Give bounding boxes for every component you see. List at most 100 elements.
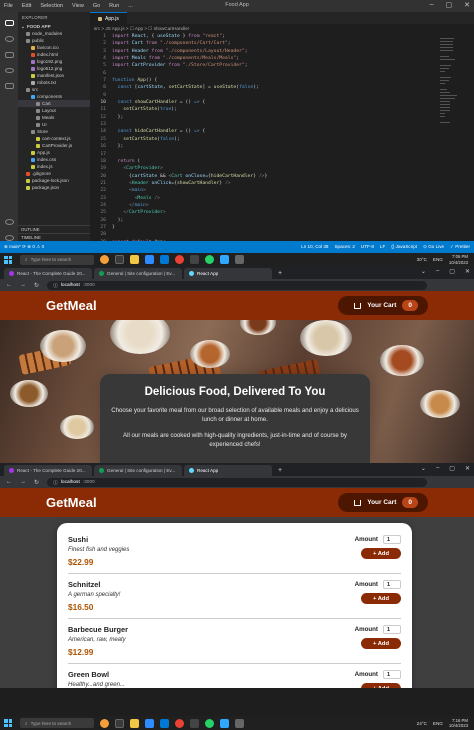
vscode-window-controls[interactable]: – ▢ ✕ — [430, 1, 470, 9]
code-line[interactable]: 17 — [90, 151, 474, 158]
browser-tab-active[interactable]: React App — [184, 465, 272, 476]
tree-item[interactable]: favicon.ico — [18, 44, 90, 51]
minimap[interactable] — [440, 36, 464, 123]
add-button[interactable]: + Add — [361, 548, 401, 559]
menu-item[interactable]: Go — [93, 3, 100, 9]
weather-widget[interactable]: 30°C — [417, 257, 427, 262]
tree-item[interactable]: public — [18, 37, 90, 44]
menu-item[interactable]: Selection — [40, 3, 63, 9]
address-bar[interactable]: ⓘ localhost:3000 — [47, 477, 428, 487]
status-item[interactable]: Spaces: 2 — [334, 244, 354, 250]
windows-start-icon[interactable] — [4, 255, 12, 264]
add-button[interactable]: + Add — [361, 683, 401, 688]
back-icon[interactable]: ← — [6, 282, 12, 288]
code-line[interactable]: 12 }; — [90, 114, 474, 121]
whatsapp-icon[interactable] — [205, 255, 214, 264]
photoshop-icon[interactable] — [220, 255, 229, 264]
menu-item[interactable]: Run — [109, 3, 119, 9]
run-debug-icon[interactable] — [4, 67, 14, 74]
extensions-icon[interactable] — [4, 83, 14, 90]
tree-item[interactable]: Layout — [18, 107, 90, 114]
code-line[interactable]: 14 const hideCartHandler = () => { — [90, 128, 474, 135]
tree-item[interactable]: Meals — [18, 114, 90, 121]
code-line[interactable]: 28 — [90, 231, 474, 238]
tree-item[interactable]: cart-context.js — [18, 135, 90, 142]
browser-tab[interactable]: React - The Complete Guide 20... — [4, 465, 92, 476]
new-tab-button[interactable]: + — [278, 268, 282, 279]
status-item[interactable]: Ln 10, Col 38 — [301, 244, 328, 250]
status-item[interactable]: ⊙ Go Live — [423, 244, 444, 250]
clock[interactable]: 7:16 PM 10/4/2023 — [449, 718, 468, 729]
browser-window-controls[interactable]: ⌄ – ▢ ✕ — [421, 465, 470, 472]
tree-item[interactable]: App.js — [18, 149, 90, 156]
browser-tab[interactable]: General | Site configuration | Ev... — [94, 268, 182, 279]
project-root[interactable]: ⌄ FOOD APP — [18, 23, 90, 30]
language-indicator[interactable]: ENG — [433, 257, 443, 262]
file-explorer-icon[interactable] — [130, 718, 139, 728]
code-line[interactable]: 26 ); — [90, 217, 474, 224]
status-item[interactable]: ✓ Prettier — [450, 244, 470, 250]
code-line[interactable]: 23 <Meals /> — [90, 195, 474, 202]
taskbar-app-icon[interactable] — [190, 718, 199, 728]
browser-icon[interactable] — [145, 718, 154, 728]
tree-item[interactable]: package-lock.json — [18, 177, 90, 184]
taskbar-search[interactable]: ⌕ Type here to search — [20, 718, 94, 728]
tree-item[interactable]: node_modules — [18, 30, 90, 37]
taskbar-search[interactable]: ⌕ Type here to search — [20, 254, 94, 265]
tree-item[interactable]: robots.txt — [18, 79, 90, 86]
tree-item[interactable]: manifest.json — [18, 72, 90, 79]
browser-window-controls[interactable]: ⌄ – ▢ ✕ — [421, 268, 470, 275]
code-editor[interactable]: 1 import React, { useState } from "react"… — [90, 33, 474, 253]
tree-item[interactable]: src — [18, 86, 90, 93]
code-line[interactable]: 20 {cartState && <Cart onClose={hideCart… — [90, 173, 474, 180]
tree-item[interactable]: components — [18, 93, 90, 100]
tab-app-js[interactable]: App.js — [90, 12, 127, 24]
source-control-icon[interactable] — [4, 51, 14, 58]
photoshop-icon[interactable] — [220, 718, 229, 728]
task-view-icon[interactable] — [115, 255, 124, 264]
code-line[interactable]: 19 <CartProvider> — [90, 165, 474, 172]
status-item[interactable]: UTF-8 — [361, 244, 374, 250]
code-line[interactable]: 15 setCartState(false); — [90, 136, 474, 143]
code-line[interactable]: 16 }; — [90, 143, 474, 150]
amount-input[interactable]: 1 — [383, 535, 401, 544]
status-item[interactable]: {} JavaScript — [391, 244, 417, 250]
tree-item[interactable]: .gitignore — [18, 170, 90, 177]
browser-tab[interactable]: React - The Complete Guide 20... — [4, 268, 92, 279]
new-tab-button[interactable]: + — [278, 465, 282, 476]
tree-item[interactable]: Cart — [18, 100, 90, 107]
windows-start-icon[interactable] — [4, 719, 12, 727]
code-line[interactable]: 18 return ( — [90, 158, 474, 165]
tree-item[interactable]: logo192.png — [18, 58, 90, 65]
address-bar[interactable]: ⓘ localhost:3000 — [47, 280, 428, 290]
code-line[interactable]: 21 <Header onClick={showCartHandler} /> — [90, 180, 474, 187]
tree-item[interactable]: package.json — [18, 184, 90, 191]
search-icon[interactable] — [4, 35, 14, 42]
code-line[interactable]: 1 import React, { useState } from "react"… — [90, 33, 474, 40]
tree-item[interactable]: index.html — [18, 51, 90, 58]
code-line[interactable]: 8 const [cartState, setCartState] = useS… — [90, 84, 474, 91]
vscode-taskbar-icon[interactable] — [160, 255, 169, 264]
reload-icon[interactable]: ↻ — [34, 479, 39, 486]
vscode-taskbar-icon[interactable] — [160, 718, 169, 728]
code-line[interactable]: 25 </CartProvider> — [90, 209, 474, 216]
task-view-icon[interactable] — [115, 718, 124, 728]
status-item[interactable]: LF — [380, 244, 385, 250]
code-line[interactable]: 6 — [90, 70, 474, 77]
menu-item[interactable]: ... — [128, 3, 133, 9]
forward-icon[interactable]: → — [20, 282, 26, 288]
code-line[interactable]: 10 const showCartHandler = () => { — [90, 99, 474, 106]
reload-icon[interactable]: ↻ — [34, 282, 39, 289]
code-line[interactable]: 5 import CartProvider from "./Store/CartP… — [90, 62, 474, 69]
cart-button[interactable]: Your Cart 0 — [338, 493, 428, 512]
outline-section[interactable]: OUTLINE — [18, 225, 90, 233]
settings-icon[interactable] — [235, 718, 244, 728]
clock[interactable]: 7:06 PM 10/4/2023 — [449, 254, 468, 265]
menu-item[interactable]: Edit — [22, 3, 31, 9]
tree-item[interactable]: Store — [18, 128, 90, 135]
code-line[interactable]: 24 </main> — [90, 202, 474, 209]
code-line[interactable]: 3 import Header from "./components/Layout… — [90, 48, 474, 55]
code-line[interactable]: 7 function App() { — [90, 77, 474, 84]
taskbar-app-icon[interactable] — [100, 255, 109, 264]
tree-item[interactable]: index.css — [18, 156, 90, 163]
